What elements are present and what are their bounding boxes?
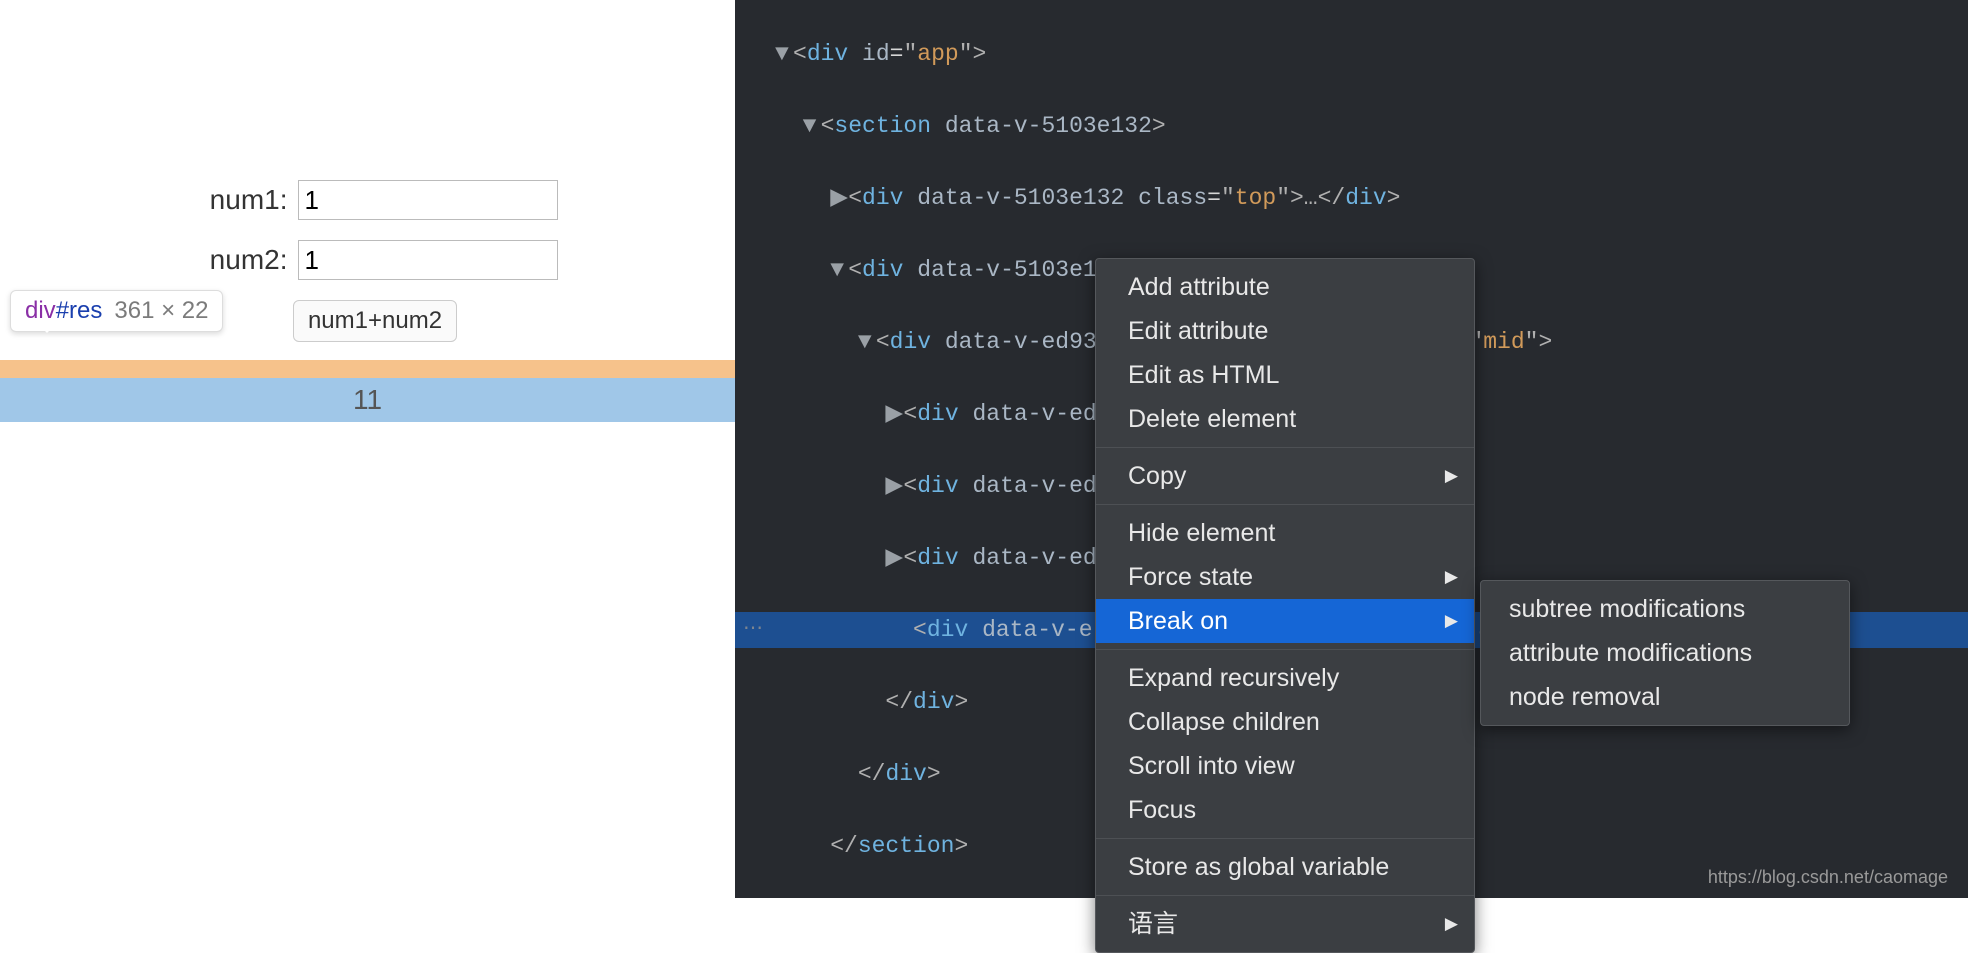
submenu-node-removal[interactable]: node removal (1481, 675, 1849, 719)
calculate-button[interactable]: num1+num2 (293, 300, 457, 342)
menu-scroll-into-view[interactable]: Scroll into view (1096, 744, 1474, 788)
chevron-right-icon: ▶ (1445, 602, 1458, 640)
menu-break-on[interactable]: Break on▶ (1096, 599, 1474, 643)
num1-label: num1: (178, 184, 288, 216)
app-preview-pane: num1: num2: num1+num2 11 div#res 361 × 2… (0, 0, 735, 898)
submenu-attribute-modifications[interactable]: attribute modifications (1481, 631, 1849, 675)
num2-row: num2: (0, 240, 735, 280)
menu-delete-element[interactable]: Delete element (1096, 397, 1474, 441)
menu-hide-element[interactable]: Hide element (1096, 511, 1474, 555)
tooltip-id: #res (56, 297, 103, 324)
tooltip-tag: div (25, 297, 56, 324)
submenu-subtree-modifications[interactable]: subtree modifications (1481, 587, 1849, 631)
break-on-submenu: subtree modifications attribute modifica… (1480, 580, 1850, 726)
highlight-content: 11 (0, 378, 735, 422)
dom-node[interactable]: ▶<div data-v-5103e132 class="top">…</div… (775, 180, 1968, 216)
result-value: 11 (353, 384, 382, 416)
menu-language[interactable]: 语言▶ (1096, 902, 1474, 946)
watermark: https://blog.csdn.net/caomage (1708, 867, 1948, 888)
element-tooltip: div#res 361 × 22 (10, 290, 223, 332)
num1-row: num1: (0, 180, 735, 220)
tooltip-dimensions: 361 × 22 (114, 297, 208, 325)
menu-force-state[interactable]: Force state▶ (1096, 555, 1474, 599)
chevron-right-icon: ▶ (1445, 558, 1458, 596)
menu-edit-as-html[interactable]: Edit as HTML (1096, 353, 1474, 397)
menu-expand-recursively[interactable]: Expand recursively (1096, 656, 1474, 700)
num1-input[interactable] (298, 180, 558, 220)
menu-collapse-children[interactable]: Collapse children (1096, 700, 1474, 744)
chevron-right-icon: ▶ (1445, 457, 1458, 495)
num2-input[interactable] (298, 240, 558, 280)
context-menu: Add attribute Edit attribute Edit as HTM… (1095, 258, 1475, 953)
menu-add-attribute[interactable]: Add attribute (1096, 265, 1474, 309)
dom-node[interactable]: ▼<section data-v-5103e132> (775, 108, 1968, 144)
num2-label: num2: (178, 244, 288, 276)
dom-node[interactable]: ▼<div id="app"> (775, 36, 1968, 72)
menu-edit-attribute[interactable]: Edit attribute (1096, 309, 1474, 353)
chevron-right-icon: ▶ (1445, 905, 1458, 943)
menu-copy[interactable]: Copy▶ (1096, 454, 1474, 498)
tooltip-selector: div#res (25, 297, 102, 325)
menu-store-global[interactable]: Store as global variable (1096, 845, 1474, 889)
highlight-margin (0, 360, 735, 378)
menu-focus[interactable]: Focus (1096, 788, 1474, 832)
